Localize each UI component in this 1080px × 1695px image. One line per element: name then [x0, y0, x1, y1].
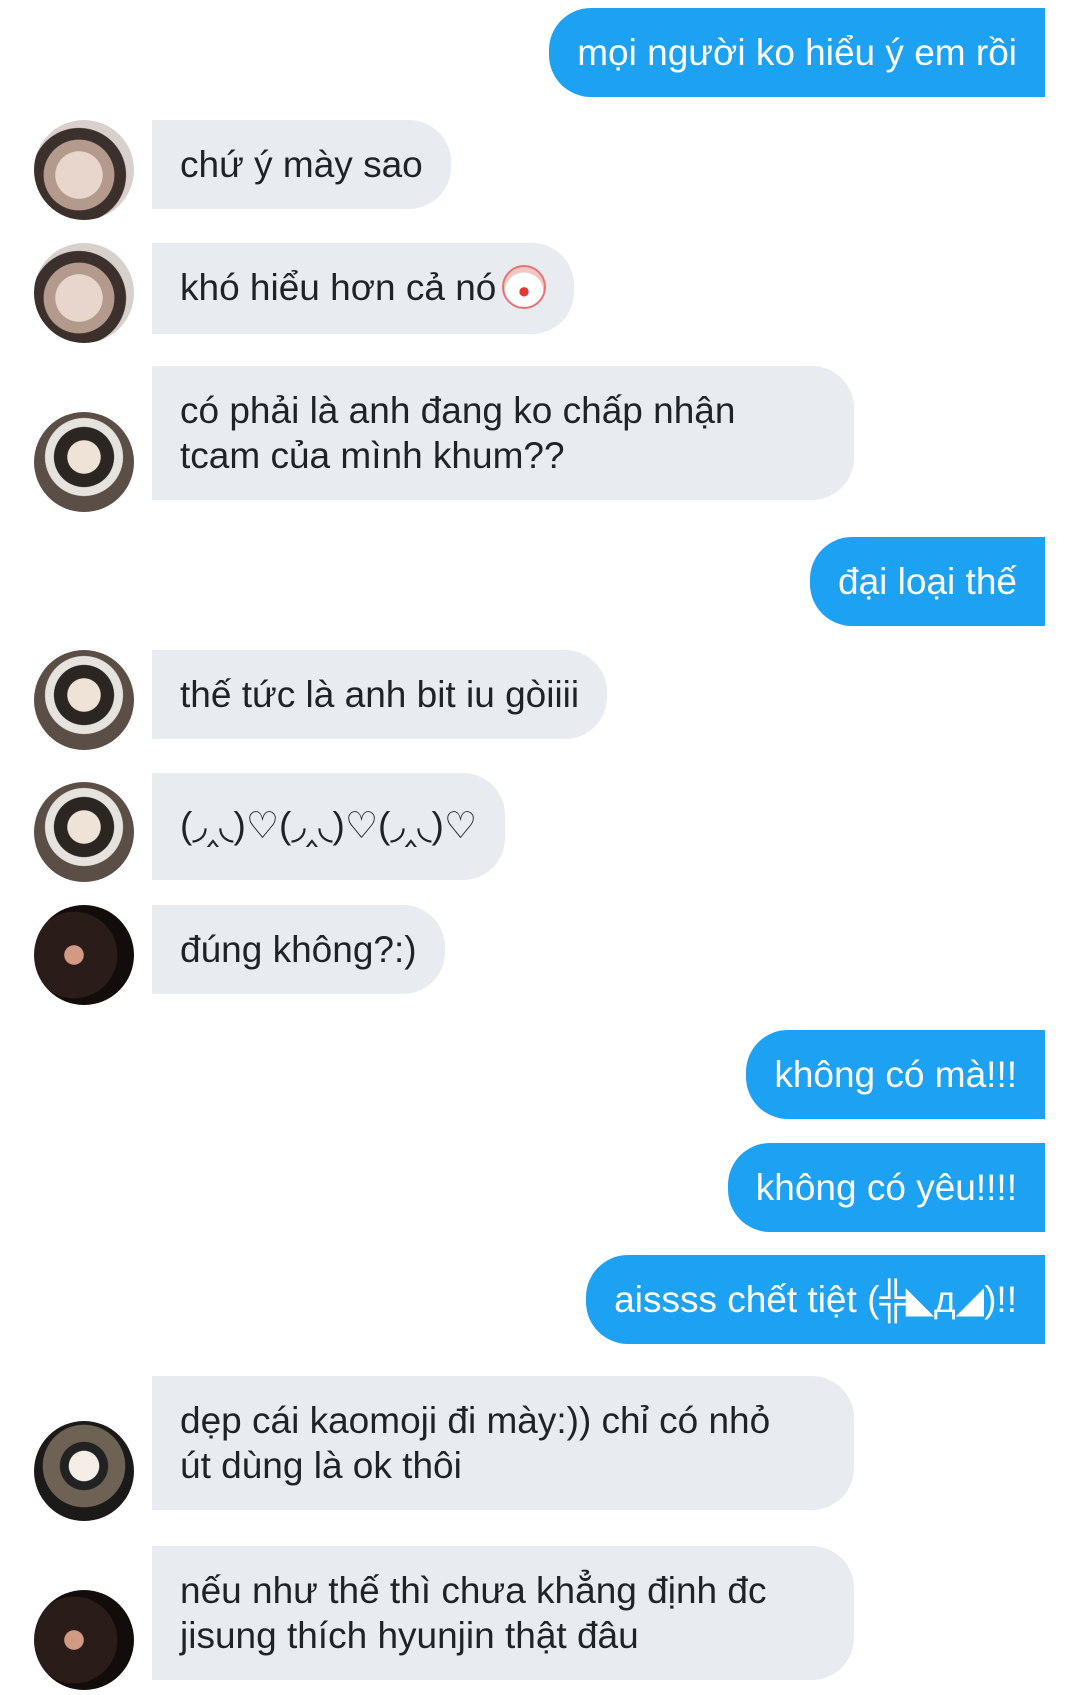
sender-avatar[interactable] [34, 243, 134, 343]
message-text: nếu như thế thì chưa khẳng định đc [180, 1570, 767, 1611]
sent-message-bubble[interactable]: không có yêu!!!! [727, 1143, 1045, 1232]
sent-message-bubble[interactable]: mọi người ko hiểu ý em rồi [549, 8, 1045, 97]
sender-avatar[interactable] [34, 120, 134, 220]
message-text: chứ ý mày sao [180, 144, 423, 185]
sent-message-bubble[interactable]: aissss chết tiệt (╬◣д◢)!! [586, 1255, 1045, 1344]
received-message-bubble[interactable]: nếu như thế thì chưa khẳng định đc jisun… [152, 1546, 854, 1680]
message-text: thế tức là anh bit iu gòiiii [180, 674, 580, 715]
message-text: khó hiểu hơn cả nó [180, 267, 497, 308]
message-text: (◞‸◟)♡(◞‸◟)♡(◞‸◟)♡ [180, 805, 478, 846]
sent-message-bubble[interactable]: không có mà!!! [746, 1030, 1045, 1119]
sender-avatar[interactable] [34, 1421, 134, 1521]
received-message-bubble[interactable]: (◞‸◟)♡(◞‸◟)♡(◞‸◟)♡ [152, 773, 506, 880]
received-message-bubble[interactable]: có phải là anh đang ko chấp nhận tcam củ… [152, 366, 854, 500]
sender-avatar[interactable] [34, 412, 134, 512]
message-text: dẹp cái kaomoji đi mày:)) chỉ có nhỏ [180, 1400, 771, 1441]
message-text: aissss chết tiệt (╬◣д◢)!! [614, 1279, 1017, 1320]
sender-avatar[interactable] [34, 650, 134, 750]
received-message-bubble[interactable]: khó hiểu hơn cả nó [152, 243, 575, 335]
received-message-bubble[interactable]: đúng không?:) [152, 905, 445, 994]
received-message-bubble[interactable]: dẹp cái kaomoji đi mày:)) chỉ có nhỏ út … [152, 1376, 854, 1510]
message-text: tcam của mình khum?? [180, 435, 565, 476]
message-text: không có yêu!!!! [755, 1167, 1017, 1208]
message-text: không có mà!!! [774, 1054, 1017, 1095]
message-text: đúng không?:) [180, 929, 417, 970]
sender-avatar[interactable] [34, 782, 134, 882]
message-text: có phải là anh đang ko chấp nhận [180, 390, 736, 431]
message-text: đại loại thế [838, 561, 1017, 602]
received-message-bubble[interactable]: chứ ý mày sao [152, 120, 451, 209]
message-text: mọi người ko hiểu ý em rồi [577, 32, 1017, 73]
clown-face-icon [502, 265, 547, 310]
message-text: út dùng là ok thôi [180, 1445, 462, 1486]
sent-message-bubble[interactable]: đại loại thế [810, 537, 1045, 626]
received-message-bubble[interactable]: thế tức là anh bit iu gòiiii [152, 650, 608, 739]
message-text: jisung thích hyunjin thật đâu [180, 1615, 639, 1656]
sender-avatar[interactable] [34, 1590, 134, 1690]
sender-avatar[interactable] [34, 905, 134, 1005]
